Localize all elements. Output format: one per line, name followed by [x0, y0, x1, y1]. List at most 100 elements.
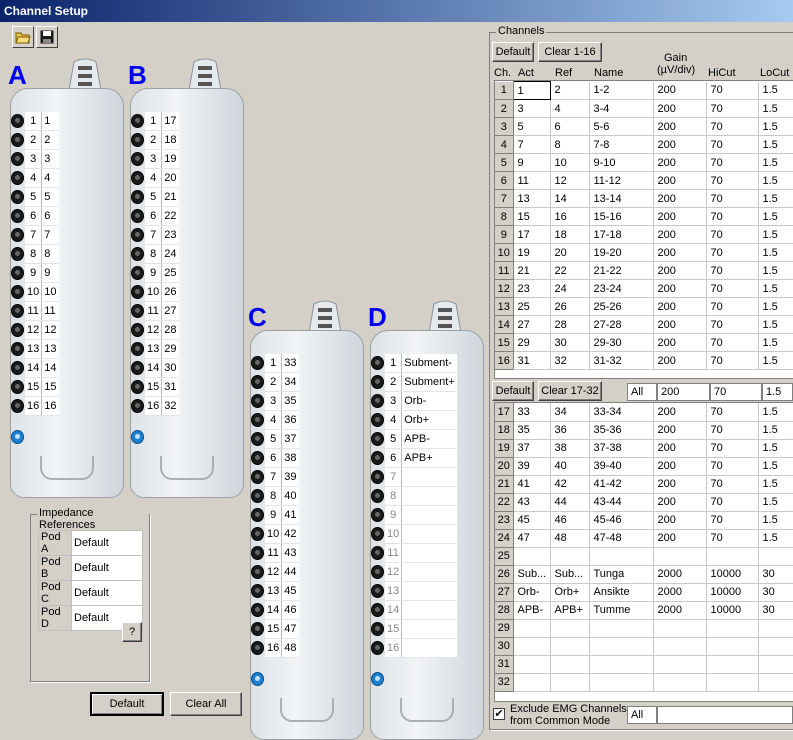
group2-gain-field[interactable]: 200 — [657, 383, 710, 401]
hicut-value[interactable]: 70 — [706, 457, 759, 476]
gain-value[interactable]: 200 — [653, 297, 707, 316]
gain-value[interactable]: 200 — [653, 439, 707, 458]
pod-input-label[interactable]: 37 — [281, 429, 299, 449]
locut-value[interactable]: 1.5 — [758, 225, 793, 244]
clear-all-button[interactable]: Clear All — [170, 692, 242, 716]
channel-name[interactable]: 31-32 — [589, 351, 654, 370]
channel-name[interactable]: 9-10 — [589, 153, 654, 172]
locut-value[interactable]: 1.5 — [758, 475, 793, 494]
pod-input-label[interactable]: 39 — [281, 467, 299, 487]
hicut-value[interactable]: 70 — [706, 333, 759, 352]
gain-value[interactable] — [653, 547, 707, 566]
pod-input-label[interactable] — [401, 562, 457, 582]
pod-input-label[interactable]: Orb+ — [401, 410, 457, 430]
locut-value[interactable]: 1.5 — [758, 99, 793, 118]
active-electrode[interactable]: 41 — [513, 475, 551, 494]
gain-value[interactable]: 200 — [653, 279, 707, 298]
locut-value[interactable]: 1.5 — [758, 511, 793, 530]
locut-value[interactable]: 1.5 — [758, 81, 793, 100]
gain-value[interactable]: 2000 — [653, 601, 707, 620]
hicut-value[interactable]: 70 — [706, 511, 759, 530]
pod-input-label[interactable] — [401, 619, 457, 639]
active-electrode[interactable]: 43 — [513, 493, 551, 512]
reference-electrode[interactable]: 8 — [550, 135, 590, 154]
active-electrode[interactable]: 13 — [513, 189, 551, 208]
pod-input-label[interactable]: Subment- — [401, 354, 457, 373]
hicut-value[interactable] — [706, 673, 759, 692]
gain-value[interactable]: 200 — [653, 403, 707, 422]
gain-value[interactable] — [653, 673, 707, 692]
reference-electrode[interactable]: 36 — [550, 421, 590, 440]
hicut-value[interactable]: 70 — [706, 297, 759, 316]
channel-name[interactable]: 29-30 — [589, 333, 654, 352]
pod-input-label[interactable]: 17 — [161, 112, 179, 131]
active-electrode[interactable] — [513, 673, 551, 692]
pod-input-label[interactable]: 46 — [281, 600, 299, 620]
active-electrode[interactable]: 21 — [513, 261, 551, 280]
reference-electrode[interactable]: 4 — [550, 99, 590, 118]
pod-input-label[interactable]: 34 — [281, 372, 299, 392]
reference-electrode[interactable]: 46 — [550, 511, 590, 530]
active-electrode[interactable]: 25 — [513, 297, 551, 316]
active-electrode[interactable] — [513, 637, 551, 656]
channel-name[interactable]: 19-20 — [589, 243, 654, 262]
active-electrode[interactable]: 47 — [513, 529, 551, 548]
gain-value[interactable]: 200 — [653, 475, 707, 494]
hicut-value[interactable]: 70 — [706, 225, 759, 244]
default-group1-button[interactable]: Default — [492, 42, 534, 62]
pod-input-label[interactable]: 31 — [161, 377, 179, 397]
active-electrode[interactable]: 23 — [513, 279, 551, 298]
gain-value[interactable]: 200 — [653, 153, 707, 172]
active-electrode[interactable] — [513, 619, 551, 638]
reference-electrode[interactable]: 42 — [550, 475, 590, 494]
gain-value[interactable]: 200 — [653, 315, 707, 334]
pod-input-label[interactable] — [401, 524, 457, 544]
reference-electrode[interactable] — [550, 655, 590, 674]
gain-value[interactable]: 200 — [653, 493, 707, 512]
pod-input-label[interactable]: APB- — [401, 429, 457, 449]
channel-name[interactable]: 1-2 — [589, 81, 654, 100]
group2-hicut-field[interactable]: 70 — [710, 383, 762, 401]
hicut-value[interactable]: 70 — [706, 315, 759, 334]
locut-value[interactable] — [758, 637, 793, 656]
exclude-all-field[interactable]: All — [627, 706, 657, 724]
hicut-value[interactable]: 70 — [706, 439, 759, 458]
channel-name[interactable]: 3-4 — [589, 99, 654, 118]
active-electrode[interactable]: 31 — [513, 351, 551, 370]
locut-value[interactable]: 1.5 — [758, 135, 793, 154]
gain-value[interactable]: 2000 — [653, 565, 707, 584]
gain-value[interactable] — [653, 619, 707, 638]
pod-input-label[interactable]: 29 — [161, 339, 179, 359]
channel-name[interactable]: 35-36 — [589, 421, 654, 440]
active-electrode[interactable]: 3 — [513, 99, 551, 118]
pod-input-label[interactable]: 14 — [41, 358, 59, 378]
pod-input-label[interactable]: 16 — [41, 396, 59, 416]
pod-input-label[interactable]: 23 — [161, 225, 179, 245]
pod-input-label[interactable]: 33 — [281, 354, 299, 373]
active-electrode[interactable]: 45 — [513, 511, 551, 530]
reference-electrode[interactable] — [550, 619, 590, 638]
active-electrode[interactable]: 5 — [513, 117, 551, 136]
channel-name[interactable]: 27-28 — [589, 315, 654, 334]
locut-value[interactable]: 1.5 — [758, 351, 793, 370]
active-electrode[interactable]: 9 — [513, 153, 551, 172]
gain-value[interactable]: 200 — [653, 243, 707, 262]
reference-electrode[interactable] — [550, 673, 590, 692]
active-electrode[interactable]: 39 — [513, 457, 551, 476]
locut-value[interactable] — [758, 673, 793, 692]
hicut-value[interactable] — [706, 619, 759, 638]
pod-input-label[interactable]: 24 — [161, 244, 179, 264]
pod-input-label[interactable] — [401, 505, 457, 525]
active-electrode[interactable]: 1 — [512, 81, 551, 100]
pod-input-label[interactable]: 22 — [161, 206, 179, 226]
default-button[interactable]: Default — [90, 692, 164, 716]
hicut-value[interactable]: 70 — [706, 189, 759, 208]
pod-input-label[interactable]: 28 — [161, 320, 179, 340]
pod-input-label[interactable]: 19 — [161, 149, 179, 169]
hicut-value[interactable]: 70 — [706, 81, 759, 100]
gain-value[interactable]: 200 — [653, 99, 707, 118]
reference-electrode[interactable]: 6 — [550, 117, 590, 136]
hicut-value[interactable]: 70 — [706, 475, 759, 494]
reference-electrode[interactable]: APB+ — [550, 601, 590, 620]
hicut-value[interactable]: 70 — [706, 135, 759, 154]
